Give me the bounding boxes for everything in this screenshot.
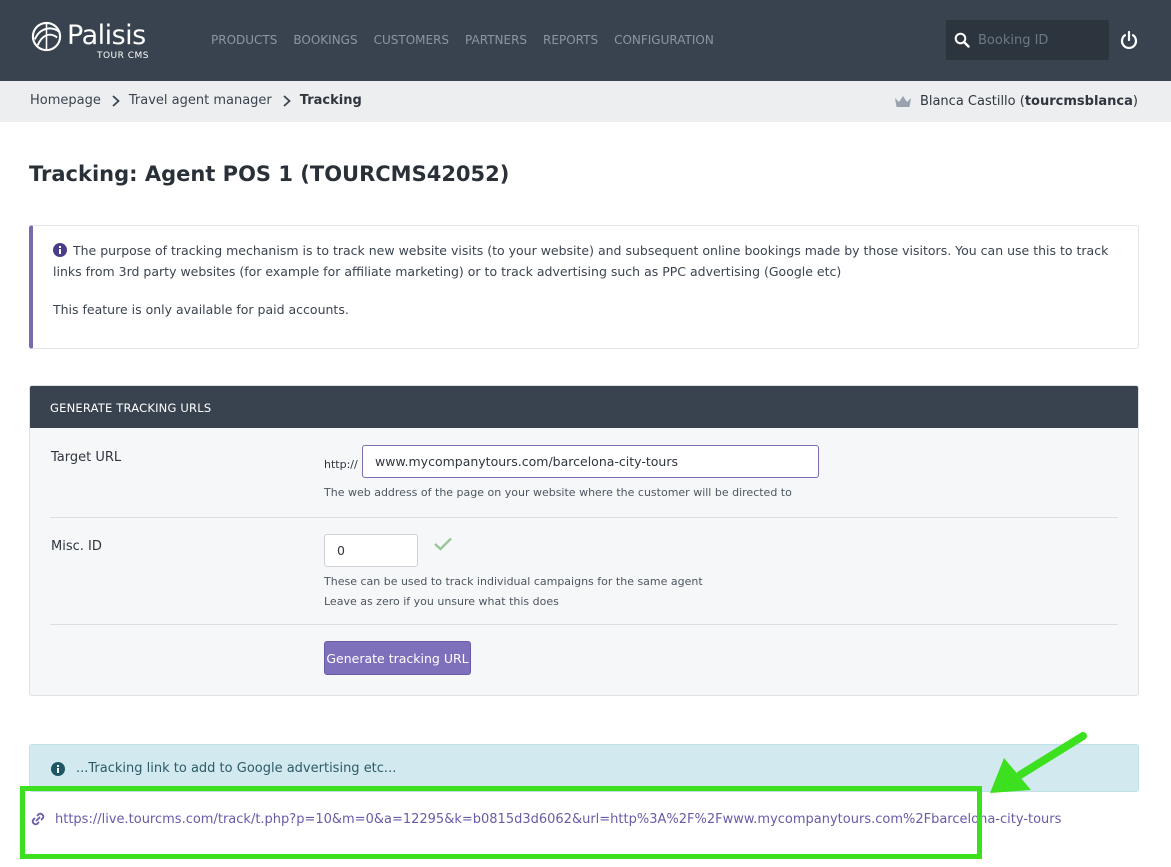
- target-url-help: The web address of the page on your webs…: [324, 486, 792, 499]
- page-title: Tracking: Agent POS 1 (TOURCMS42052): [29, 162, 510, 186]
- url-prefix: http://: [324, 458, 358, 471]
- breadcrumb-bar: Homepage Travel agent manager Tracking B…: [0, 81, 1171, 122]
- power-icon[interactable]: [1119, 30, 1139, 50]
- main-nav: PRODUCTS BOOKINGS CUSTOMERS PARTNERS REP…: [211, 33, 730, 47]
- divider: [50, 624, 1118, 625]
- target-url-input[interactable]: [362, 445, 819, 478]
- misc-id-label: Misc. ID: [51, 539, 102, 554]
- tracking-link-notice: ...Tracking link to add to Google advert…: [29, 744, 1139, 792]
- top-navbar: Palisis TOUR CMS PRODUCTS BOOKINGS CUSTO…: [0, 0, 1171, 81]
- generate-tracking-card: GENERATE TRACKING URLS Target URL http:/…: [29, 385, 1139, 696]
- nav-item-customers[interactable]: CUSTOMERS: [374, 33, 449, 47]
- generate-tracking-url-button[interactable]: Generate tracking URL: [324, 641, 471, 675]
- nav-item-configuration[interactable]: CONFIGURATION: [614, 33, 714, 47]
- card-header: GENERATE TRACKING URLS: [30, 386, 1138, 428]
- nav-item-products[interactable]: PRODUCTS: [211, 33, 277, 47]
- logo-mark-icon: [31, 21, 62, 52]
- chevron-right-icon: [283, 94, 291, 107]
- user-close-paren: ): [1132, 94, 1138, 109]
- booking-search: [946, 20, 1109, 60]
- info-text: The purpose of tracking mechanism is to …: [53, 243, 1109, 279]
- notice-text: ...Tracking link to add to Google advert…: [76, 761, 397, 776]
- info-callout: The purpose of tracking mechanism is to …: [29, 225, 1139, 349]
- breadcrumb: Homepage Travel agent manager Tracking: [30, 93, 362, 108]
- user-name: Blanca Castillo: [919, 94, 1016, 109]
- current-user[interactable]: Blanca Castillo (tourcmsblanca): [894, 94, 1138, 109]
- nav-item-bookings[interactable]: BOOKINGS: [293, 33, 357, 47]
- divider: [50, 517, 1118, 518]
- misc-id-help-1: These can be used to track individual ca…: [324, 575, 703, 588]
- breadcrumb-travel-agent-manager[interactable]: Travel agent manager: [129, 93, 272, 108]
- target-url-label: Target URL: [51, 450, 122, 465]
- user-open-paren: (: [1015, 94, 1025, 109]
- booking-id-input[interactable]: [976, 31, 1101, 49]
- highlight-annotation-box: [20, 786, 982, 859]
- breadcrumb-current: Tracking: [299, 93, 362, 108]
- crown-icon: [894, 96, 911, 107]
- info-icon: [51, 762, 65, 776]
- info-paid-note: This feature is only available for paid …: [53, 302, 349, 317]
- misc-id-input[interactable]: [324, 534, 418, 567]
- info-paragraph: The purpose of tracking mechanism is to …: [53, 240, 1118, 282]
- chevron-right-icon: [112, 94, 120, 107]
- nav-item-reports[interactable]: REPORTS: [543, 33, 598, 47]
- breadcrumb-homepage[interactable]: Homepage: [30, 93, 101, 108]
- search-icon[interactable]: [954, 32, 970, 48]
- info-icon: [53, 243, 67, 257]
- nav-item-partners[interactable]: PARTNERS: [465, 33, 527, 47]
- brand-subtitle: TOUR CMS: [96, 51, 149, 61]
- user-username: tourcmsblanca: [1024, 94, 1133, 109]
- misc-id-help-2: Leave as zero if you unsure what this do…: [324, 595, 559, 608]
- check-icon: [434, 537, 452, 551]
- brand-name: Palisis: [67, 20, 146, 51]
